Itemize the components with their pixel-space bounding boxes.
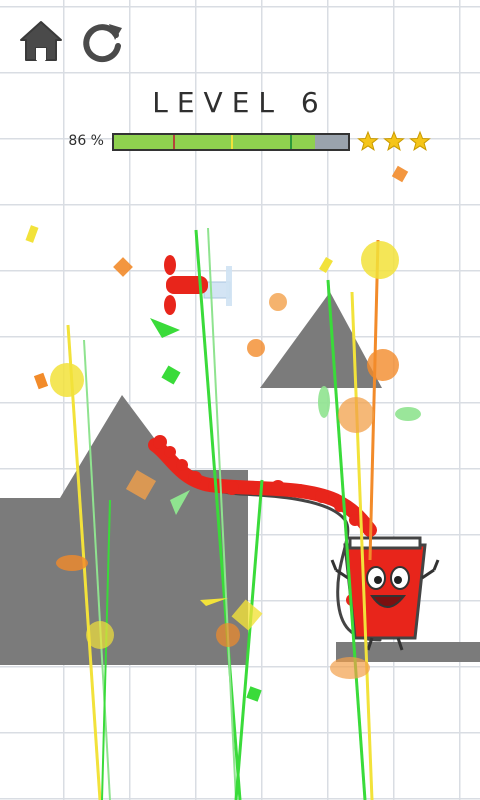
game-scene[interactable]: [0, 0, 480, 800]
